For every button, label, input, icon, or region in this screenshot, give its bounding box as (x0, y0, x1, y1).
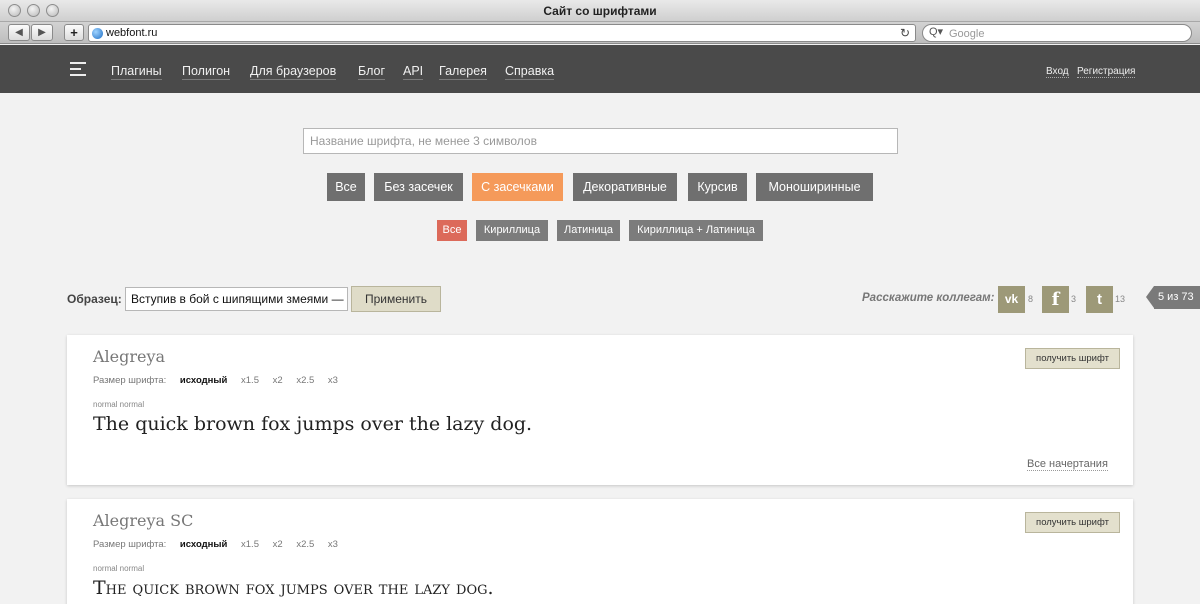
back-icon: ◀ (15, 27, 23, 38)
nav-link-api[interactable]: API (403, 64, 424, 80)
site-nav: Плагины Полигон Для браузеров Блог API Г… (0, 45, 1200, 93)
twitter-share-count: 13 (1115, 294, 1126, 304)
font-size-label: Размер шрифта: (93, 539, 167, 550)
login-link[interactable]: Вход (1046, 66, 1069, 78)
nav-link-help[interactable]: Справка (505, 64, 555, 80)
window-title: Сайт со шрифтами (543, 4, 657, 18)
back-button[interactable]: ◀ (8, 24, 30, 41)
size-option-x2-5[interactable]: x2.5 (296, 375, 314, 386)
font-card: Alegreya SC Размер шрифта: исходный x1.5… (67, 499, 1133, 604)
reload-icon[interactable]: ↻ (900, 26, 910, 40)
nav-link-blog[interactable]: Блог (358, 64, 386, 80)
category-italic-button[interactable]: Курсив (688, 173, 747, 201)
window-titlebar: Сайт со шрифтами (0, 0, 1200, 22)
forward-icon: ▶ (38, 27, 46, 38)
register-link[interactable]: Регистрация (1077, 66, 1136, 78)
nav-link-polygon[interactable]: Полигон (182, 64, 231, 80)
apply-sample-button[interactable]: Применить (351, 286, 441, 312)
nav-link-plugins[interactable]: Плагины (111, 64, 162, 80)
page-counter: 5 из 73 (1146, 286, 1200, 309)
font-search-input[interactable]: Название шрифта, не менее 3 символов (303, 128, 898, 154)
url-text: webfont.ru (106, 27, 158, 39)
facebook-icon[interactable]: f (1042, 286, 1069, 313)
get-font-button[interactable]: получить шрифт (1025, 348, 1120, 369)
font-size-options: Размер шрифта: исходный x1.5 x2 x2.5 x3 (93, 539, 349, 550)
size-option-x1-5[interactable]: x1.5 (241, 375, 259, 386)
forward-button[interactable]: ▶ (31, 24, 53, 41)
browser-search-placeholder: Google (949, 28, 985, 40)
vk-icon[interactable]: vk (998, 286, 1025, 313)
facebook-share-count: 3 (1071, 294, 1077, 304)
size-option-x1-5[interactable]: x1.5 (241, 539, 259, 550)
sample-text-input[interactable]: Вступив в бой с шипящими змеями — (125, 287, 348, 311)
language-cyrillic-latin-button[interactable]: Кириллица + Латиница (629, 220, 763, 241)
vk-share-count: 8 (1028, 294, 1034, 304)
size-option-x2-5[interactable]: x2.5 (296, 539, 314, 550)
font-specimen: The quick brown fox jumps over the lazy … (93, 577, 494, 599)
add-bookmark-button[interactable]: + (64, 24, 84, 41)
font-specimen: The quick brown fox jumps over the lazy … (93, 413, 533, 435)
language-latin-button[interactable]: Латиница (557, 220, 620, 241)
size-option-x2[interactable]: x2 (273, 375, 283, 386)
category-decorative-button[interactable]: Декоративные (573, 173, 677, 201)
size-option-original[interactable]: исходный (180, 375, 227, 386)
nav-link-gallery[interactable]: Галерея (439, 64, 487, 80)
size-option-x3[interactable]: x3 (328, 539, 338, 550)
plus-icon: + (70, 25, 78, 40)
font-name[interactable]: Alegreya SC (93, 511, 193, 530)
font-style-name: normal normal (93, 400, 145, 409)
all-styles-link[interactable]: Все начертания (1027, 458, 1108, 471)
category-monospace-button[interactable]: Моноширинные (756, 173, 873, 201)
font-style-name: normal normal (93, 564, 145, 573)
sample-label: Образец: (67, 292, 122, 306)
size-option-x2[interactable]: x2 (273, 539, 283, 550)
browser-toolbar: ◀ ▶ + webfont.ru ↻ Q▾ Google (0, 22, 1200, 44)
globe-icon (92, 28, 103, 39)
font-size-options: Размер шрифта: исходный x1.5 x2 x2.5 x3 (93, 375, 349, 386)
menu-icon[interactable] (70, 62, 86, 76)
font-card: Alegreya Размер шрифта: исходный x1.5 x2… (67, 335, 1133, 485)
share-label: Расскажите коллегам: (862, 292, 995, 304)
language-cyrillic-button[interactable]: Кириллица (476, 220, 548, 241)
size-option-original[interactable]: исходный (180, 539, 227, 550)
category-all-button[interactable]: Все (327, 173, 365, 201)
nav-link-browsers[interactable]: Для браузеров (250, 64, 337, 80)
twitter-icon[interactable]: t (1086, 286, 1113, 313)
address-bar[interactable]: webfont.ru ↻ (88, 24, 916, 42)
browser-search-field[interactable]: Q▾ Google (922, 24, 1192, 42)
size-option-x3[interactable]: x3 (328, 375, 338, 386)
font-size-label: Размер шрифта: (93, 375, 167, 386)
font-name[interactable]: Alegreya (93, 347, 165, 366)
get-font-button[interactable]: получить шрифт (1025, 512, 1120, 533)
language-all-button[interactable]: Все (437, 220, 467, 241)
search-icon: Q▾ (929, 26, 944, 38)
category-serif-button[interactable]: С засечками (472, 173, 563, 201)
category-sans-button[interactable]: Без засечек (374, 173, 463, 201)
